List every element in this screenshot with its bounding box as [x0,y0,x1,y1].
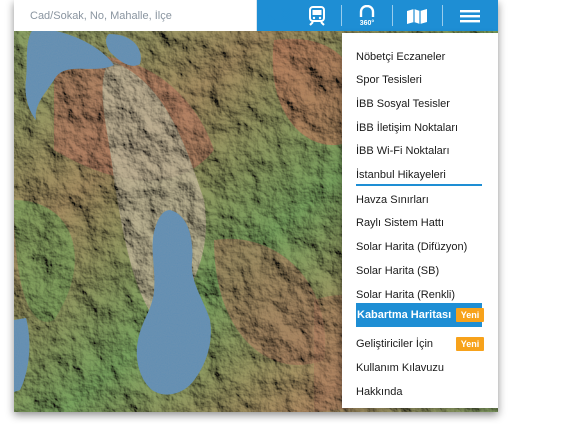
panorama-360-icon [359,4,375,17]
menu-icon [460,9,480,22]
map-viewport[interactable]: 360° Nöbetçi Eczaneler Spor Tesisleri İB… [14,0,498,412]
menu-item-gelistiriciler-icin[interactable]: Geliştiriciler İçin [356,337,433,351]
menu-item-rayli-sistem-hatti[interactable]: Raylı Sistem Hattı [356,216,444,230]
menu-item-nobetci-eczaneler[interactable]: Nöbetçi Eczaneler [356,50,445,64]
book-map-icon [407,8,427,24]
menu-divider [356,184,482,186]
train-icon [309,5,325,26]
menu-item-ibb-iletisim-noktalari[interactable]: İBB İletişim Noktaları [356,121,458,135]
menu-item-solar-harita-sb[interactable]: Solar Harita (SB) [356,264,439,278]
panorama-button[interactable]: 360° [347,0,387,31]
menu-item-istanbul-hikayeleri[interactable]: İstanbul Hikayeleri [356,168,446,182]
map-guide-button[interactable] [397,0,437,31]
menu-item-spor-tesisleri[interactable]: Spor Tesisleri [356,73,422,87]
toolbar-separator [341,5,342,26]
menu-item-hakkinda[interactable]: Hakkında [356,385,402,399]
search-input[interactable] [14,0,256,31]
toolbar-separator [442,5,443,26]
main-menu-dropdown: Nöbetçi Eczaneler Spor Tesisleri İBB Sos… [342,33,498,408]
menu-button[interactable] [448,0,492,31]
toolbar-separator [392,5,393,26]
menu-item-solar-harita-renkli[interactable]: Solar Harita (Renkli) [356,288,455,302]
menu-item-kullanim-kilavuzu[interactable]: Kullanım Kılavuzu [356,361,444,375]
search-box [14,0,257,31]
search-icon[interactable] [260,6,276,24]
menu-item-ibb-wifi-noktalari[interactable]: İBB Wi-Fi Noktaları [356,144,450,158]
top-toolbar: 360° [14,0,498,31]
menu-item-havza-sinirlari[interactable]: Havza Sınırları [356,193,429,207]
menu-item-label: Kabartma Haritası [357,309,452,321]
new-badge: Yeni [456,337,484,351]
chevron-double-down-icon[interactable] [278,6,294,24]
menu-item-ibb-sosyal-tesisler[interactable]: İBB Sosyal Tesisler [356,97,450,111]
panorama-label: 360° [359,19,375,27]
train-button[interactable] [299,0,335,31]
new-badge: Yeni [456,308,484,322]
menu-item-solar-harita-difuzyon[interactable]: Solar Harita (Difüzyon) [356,240,467,254]
